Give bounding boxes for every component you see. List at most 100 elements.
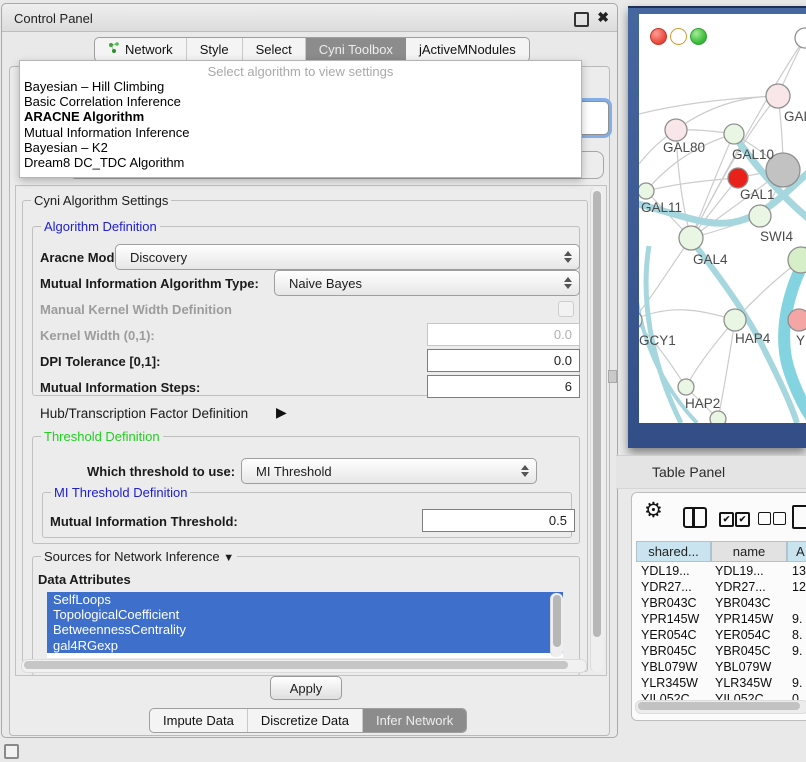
network-graph [639, 14, 806, 423]
control-panel-titlebar: Control Panel ✖ [2, 4, 617, 32]
network-canvas[interactable]: GAL GAL80 GAL10 GAL11 GAL1 SWI4 GAL4 GCY… [639, 14, 806, 423]
cell-value: 8. [792, 628, 802, 642]
settings-horizontal-scrollbar[interactable] [21, 659, 587, 673]
tab-cyni-toolbox[interactable]: Cyni Toolbox [306, 38, 406, 61]
collapse-arrow-icon[interactable]: ▼ [223, 552, 234, 564]
tab-select-label: Select [256, 42, 292, 57]
node-gal80[interactable] [665, 119, 687, 141]
cell-shared-name: YPR145W [641, 612, 699, 626]
minimized-panel-icon[interactable] [4, 744, 19, 759]
node-green-right[interactable] [788, 247, 806, 273]
cell-shared-name: YBR045C [641, 644, 697, 658]
list-item[interactable]: SelfLoops [47, 592, 563, 607]
window-zoom-icon[interactable] [690, 28, 707, 45]
algorithm-option[interactable]: Mutual Information Inference [20, 125, 581, 140]
tab-jactivemnodules[interactable]: jActiveMNodules [406, 38, 529, 61]
column-header-name[interactable]: name [711, 541, 787, 562]
mi-type-label: Mutual Information Algorithm Type: [40, 276, 259, 291]
checked-checkbox-icon[interactable]: ✔ [719, 512, 734, 527]
which-threshold-combo[interactable]: MI Threshold [241, 458, 537, 484]
column-header-shared[interactable]: shared... [636, 541, 711, 562]
manual-kernel-checkbox[interactable] [558, 301, 574, 317]
list-scrollbar[interactable] [550, 593, 563, 657]
top-tab-bar: Network Style Select Cyni Toolbox jActiv… [94, 37, 530, 62]
list-item[interactable]: BetweennessCentrality [47, 622, 563, 637]
node-label: GAL [784, 109, 806, 124]
window-minimize-icon[interactable] [670, 28, 687, 45]
tab-infer-network[interactable]: Infer Network [363, 709, 466, 732]
node-label: GCY1 [639, 333, 676, 348]
cell-value: 12 [792, 580, 806, 594]
mi-threshold-label: Mutual Information Threshold: [50, 514, 238, 529]
node-hap2[interactable] [678, 379, 694, 395]
node-bottom[interactable] [710, 411, 726, 423]
dpi-tolerance-label: DPI Tolerance [0,1]: [40, 354, 160, 369]
expand-arrow-icon[interactable]: ▶ [276, 404, 287, 421]
checked-checkbox-icon[interactable]: ✔ [735, 512, 750, 527]
list-item[interactable]: gal4RGexp [47, 638, 563, 653]
cell-value: 9. [792, 644, 802, 658]
mi-steps-field[interactable]: 6 [427, 375, 580, 398]
apply-button[interactable]: Apply [270, 676, 342, 700]
panel-splitter-grip[interactable] [608, 370, 617, 383]
manual-kernel-label: Manual Kernel Width Definition [40, 302, 232, 317]
column-header-partial[interactable]: A [787, 541, 806, 562]
algorithm-option[interactable]: Basic Correlation Inference [20, 94, 581, 109]
algorithm-option[interactable]: Dream8 DC_TDC Algorithm [20, 155, 581, 170]
mi-threshold-field[interactable]: 0.5 [422, 509, 575, 532]
algorithm-option-selected[interactable]: ARACNE Algorithm [20, 109, 581, 124]
algorithm-placeholder: Select algorithm to view settings [20, 64, 581, 79]
control-panel: Control Panel ✖ Network Style Select C [1, 3, 618, 738]
sources-group-title: Sources for Network Inference ▼ [41, 549, 237, 564]
settings-vertical-scrollbar[interactable] [590, 187, 603, 672]
hub-section-label[interactable]: Hub/Transcription Factor Definition [40, 406, 248, 421]
split-columns-icon[interactable] [683, 507, 707, 528]
table-horizontal-scrollbar[interactable] [635, 700, 806, 714]
kernel-width-label: Kernel Width (0,1): [40, 328, 155, 343]
spinner-arrows-icon [562, 277, 573, 289]
tab-discretize-data[interactable]: Discretize Data [248, 709, 363, 732]
tab-impute-data[interactable]: Impute Data [150, 709, 248, 732]
cell-shared-name: YDL19... [641, 564, 690, 578]
cell-value: 13 [792, 564, 806, 578]
node-gal10[interactable] [724, 124, 744, 144]
float-window-icon[interactable] [574, 12, 589, 27]
which-threshold-label: Which threshold to use: [87, 464, 235, 479]
tab-network[interactable]: Network [95, 38, 187, 61]
dpi-tolerance-field[interactable]: 0.0 [427, 349, 580, 372]
cell-shared-name: YLR345W [641, 676, 698, 690]
aracne-mode-label: Aracne Mode: [40, 250, 126, 265]
gear-icon[interactable]: ⚙ [644, 498, 663, 523]
node-gal-pink[interactable] [766, 84, 790, 108]
algorithm-option[interactable]: Bayesian – Hill Climbing [20, 79, 581, 94]
list-item[interactable]: TopologicalCoefficient [47, 607, 563, 622]
node-gal11[interactable] [639, 183, 654, 199]
document-icon[interactable] [792, 505, 806, 529]
node-red[interactable] [728, 168, 748, 188]
node-hap4[interactable] [724, 309, 746, 331]
window-close-icon[interactable] [650, 28, 667, 45]
node-gal1[interactable] [749, 205, 771, 227]
cell-value: 9. [792, 612, 802, 626]
tab-cyni-toolbox-label: Cyni Toolbox [319, 42, 393, 57]
unchecked-checkbox-icon[interactable] [773, 512, 786, 525]
kernel-width-field[interactable]: 0.0 [427, 323, 580, 346]
tab-select[interactable]: Select [243, 38, 306, 61]
tab-jactivemnodules-label: jActiveMNodules [419, 42, 516, 57]
aracne-mode-combo[interactable]: Discovery [115, 244, 580, 270]
cell-name: YBL079W [715, 660, 771, 674]
node-gal4[interactable] [679, 226, 703, 250]
cell-name: YDL19... [715, 564, 764, 578]
tab-style[interactable]: Style [187, 38, 243, 61]
aracne-mode-value: Discovery [116, 250, 562, 265]
algorithm-option[interactable]: Bayesian – K2 [20, 140, 581, 155]
node-partial[interactable] [795, 28, 806, 48]
node-label: Y [796, 333, 805, 348]
tab-network-label: Network [125, 42, 173, 57]
node-y-pink[interactable] [788, 309, 806, 331]
data-attributes-list: SelfLoops TopologicalCoefficient Between… [47, 592, 563, 658]
unchecked-checkbox-icon[interactable] [758, 512, 771, 525]
close-icon[interactable]: ✖ [597, 9, 609, 26]
data-attributes-label: Data Attributes [38, 572, 131, 587]
mi-type-combo[interactable]: Naive Bayes [274, 270, 580, 296]
